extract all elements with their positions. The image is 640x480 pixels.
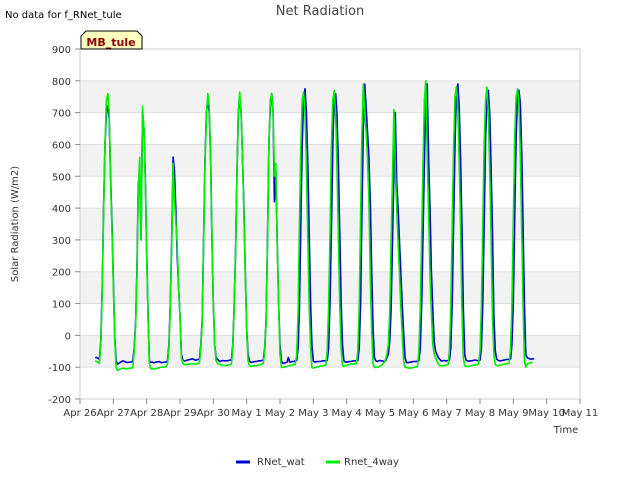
x-tick-label: May 10	[528, 408, 565, 419]
site-tag: MB_tule	[80, 30, 143, 50]
y-tick-label: 100	[52, 300, 71, 311]
y-tick-label: -200	[48, 395, 71, 406]
x-tick-label: Apr 29	[163, 408, 196, 419]
y-tick-label: 200	[52, 268, 71, 279]
x-tick-label: May 7	[432, 408, 462, 419]
net-radiation-chart: -200 -100 0 100 200 300 400 500 600 700 800 900 Apr…	[5, 4, 598, 468]
legend: RNet_wat Rnet_4way	[236, 457, 399, 468]
legend-label-rnet-wat: RNet_wat	[257, 457, 305, 468]
x-tick-label: Apr 28	[130, 408, 163, 419]
x-tick-label: Apr 30	[197, 408, 230, 419]
y-axis-ticks: -200 -100 0 100 200 300 400 500 600 700 800 900	[48, 45, 80, 406]
x-tick-label: May 6	[398, 408, 428, 419]
y-tick-label: -100	[48, 363, 71, 374]
x-tick-label: May 4	[332, 408, 362, 419]
y-tick-label: 0	[65, 331, 71, 342]
no-data-note: No data for f_RNet_tule	[5, 10, 122, 21]
y-axis-label: Solar Radiation (W/m2)	[10, 166, 21, 282]
y-tick-label: 500	[52, 172, 71, 183]
x-tick-label: Apr 26	[63, 408, 96, 419]
y-tick-label: 300	[52, 236, 71, 247]
y-tick-label: 900	[52, 45, 71, 56]
y-tick-label: 700	[52, 109, 71, 120]
x-tick-label: May 9	[498, 408, 528, 419]
x-axis-label: Time	[553, 425, 578, 436]
grid-band	[80, 144, 580, 177]
y-tick-label: 800	[52, 77, 71, 88]
grid-band	[80, 80, 580, 113]
x-tick-label: May 5	[365, 408, 395, 419]
x-tick-label: May 2	[265, 408, 295, 419]
x-tick-label: May 8	[465, 408, 495, 419]
site-tag-label: MB_tule	[86, 36, 135, 49]
y-tick-label: 600	[52, 140, 71, 151]
x-tick-label: May 11	[562, 408, 599, 419]
legend-label-rnet-4way: Rnet_4way	[344, 457, 399, 468]
x-tick-label: Apr 27	[97, 408, 130, 419]
x-tick-label: May 3	[298, 408, 328, 419]
x-axis-ticks: Apr 26 Apr 27 Apr 28 Apr 29 Apr 30 May 1 May 2…	[63, 399, 598, 419]
chart-title: Net Radiation	[276, 4, 364, 19]
x-tick-label: May 1	[232, 408, 262, 419]
y-tick-label: 400	[52, 204, 71, 215]
